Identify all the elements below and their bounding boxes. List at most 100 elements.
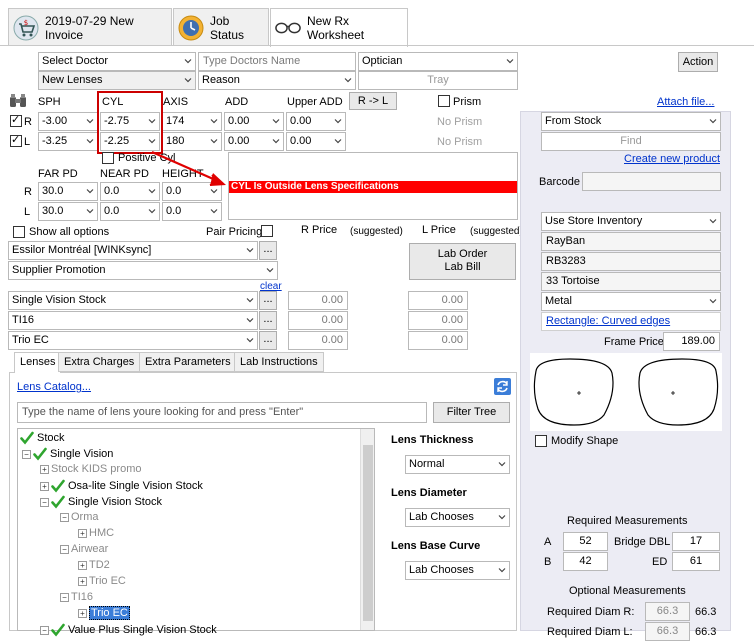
tab-lenses[interactable]: Lenses [14, 352, 62, 373]
right-axis-select[interactable]: 174 [162, 112, 222, 131]
prism-checkbox[interactable] [438, 95, 450, 107]
left-upper-add-select[interactable]: 0.00 [286, 132, 346, 151]
filter-tree-button[interactable]: Filter Tree [433, 402, 510, 423]
lab-select[interactable]: Essilor Montréal [WINKsync] [8, 241, 258, 260]
reason-select[interactable]: Reason [198, 71, 356, 90]
modify-shape-checkbox[interactable] [535, 435, 547, 447]
lens-type-select[interactable]: New Lenses [38, 71, 196, 90]
coating-r-price[interactable]: 0.00 [288, 331, 348, 350]
coating-select[interactable]: Trio EC [8, 331, 258, 350]
tree-node[interactable]: − Orma [60, 511, 99, 523]
frame-color-field[interactable]: 33 Tortoise [541, 272, 721, 291]
frame-material-select[interactable]: Metal [541, 292, 721, 311]
tab-extra-parameters[interactable]: Extra Parameters [139, 352, 237, 372]
tab-lab-instructions[interactable]: Lab Instructions [234, 352, 324, 372]
right-upper-add-select[interactable]: 0.00 [286, 112, 346, 131]
tree-node[interactable]: + Trio EC [78, 606, 130, 620]
tree-expander-icon[interactable]: + [78, 576, 87, 586]
lens-base-curve-select[interactable]: Lab Chooses [405, 561, 510, 580]
b-input[interactable]: 42 [563, 552, 608, 571]
lab-order-button[interactable]: Lab Order Lab Bill [409, 243, 516, 280]
tree-expander-icon[interactable]: − [40, 625, 49, 635]
right-far-pd-select[interactable]: 30.0 [38, 182, 98, 201]
attach-file-link[interactable]: Attach file... [657, 96, 714, 108]
lens-diameter-select[interactable]: Lab Chooses [405, 508, 510, 527]
a-input[interactable]: 52 [563, 532, 608, 551]
lab-more-button[interactable]: ... [259, 241, 277, 260]
lens-search-input[interactable]: Type the name of lens youre looking for … [17, 402, 427, 423]
tree-expander-icon[interactable]: + [78, 560, 87, 570]
lens-catalog-link[interactable]: Lens Catalog... [17, 381, 91, 393]
tree-expander-icon[interactable]: − [60, 592, 69, 602]
tree-expander-icon[interactable]: − [22, 449, 31, 459]
positive-cyl-checkbox[interactable] [102, 152, 114, 164]
tab-extra-charges[interactable]: Extra Charges [58, 352, 141, 372]
diam-l-input[interactable]: 66.3 [645, 622, 690, 641]
left-sph-select[interactable]: -3.25 [38, 132, 98, 151]
tree-scrollbar-thumb[interactable] [363, 445, 373, 621]
right-sph-select[interactable]: -3.00 [38, 112, 98, 131]
right-add-select[interactable]: 0.00 [224, 112, 284, 131]
diam-r-input[interactable]: 66.3 [645, 602, 690, 621]
material-l-price[interactable]: 0.00 [408, 311, 468, 330]
tree-node[interactable]: Stock [20, 431, 65, 445]
tree-expander-icon[interactable]: − [40, 497, 49, 507]
show-all-options-checkbox[interactable] [13, 226, 25, 238]
tree-node[interactable]: − Single Vision Stock [40, 495, 162, 509]
tree-node[interactable]: − Single Vision [22, 447, 113, 461]
tree-node[interactable]: + Stock KIDS promo [40, 463, 141, 475]
left-near-pd-select[interactable]: 0.0 [100, 202, 160, 221]
tree-scrollbar[interactable] [360, 429, 374, 630]
left-far-pd-select[interactable]: 30.0 [38, 202, 98, 221]
supplier-promotion-select[interactable]: Supplier Promotion [8, 261, 278, 280]
refresh-icon[interactable] [494, 378, 511, 395]
tab-new-invoice[interactable]: $ 2019-07-29 New Invoice [8, 8, 172, 46]
tree-node[interactable]: − Airwear [60, 543, 108, 555]
material-r-price[interactable]: 0.00 [288, 311, 348, 330]
tree-node[interactable]: − TI16 [60, 591, 93, 603]
pair-pricing-checkbox[interactable] [261, 225, 273, 237]
tree-node[interactable]: − Value Plus Single Vision Stock [40, 623, 217, 637]
coating-l-price[interactable]: 0.00 [408, 331, 468, 350]
optician-select[interactable]: Optician [358, 52, 518, 71]
tree-node[interactable]: + Trio EC [78, 575, 126, 587]
tree-expander-icon[interactable]: + [78, 608, 87, 618]
lens-thickness-select[interactable]: Normal [405, 455, 510, 474]
frame-find-input[interactable]: Find [541, 132, 721, 151]
lens-product-more-button[interactable]: ... [259, 291, 277, 310]
ed-input[interactable]: 61 [672, 552, 720, 571]
frame-price-input[interactable]: 189.00 [663, 332, 720, 351]
right-eye-checkbox[interactable] [10, 113, 22, 127]
frame-shape-link[interactable]: Rectangle: Curved edges [546, 315, 670, 327]
tree-expander-icon[interactable]: + [40, 464, 49, 474]
tree-expander-icon[interactable]: + [78, 528, 87, 538]
tree-node[interactable]: + TD2 [78, 559, 110, 571]
create-new-product-link[interactable]: Create new product [624, 153, 720, 165]
frame-brand-field[interactable]: RayBan [541, 232, 721, 251]
doctor-name-input[interactable]: Type Doctors Name [198, 52, 356, 71]
material-select[interactable]: TI16 [8, 311, 258, 330]
doctor-select[interactable]: Select Doctor [38, 52, 196, 71]
left-axis-select[interactable]: 180 [162, 132, 222, 151]
material-more-button[interactable]: ... [259, 311, 277, 330]
binoculars-icon[interactable] [9, 93, 27, 109]
tab-new-rx-worksheet[interactable]: New Rx Worksheet [270, 8, 408, 47]
tray-input[interactable]: Tray [358, 71, 518, 90]
inventory-select[interactable]: Use Store Inventory [541, 212, 721, 231]
frame-model-field[interactable]: RB3283 [541, 252, 721, 271]
action-button[interactable]: Action [678, 52, 718, 72]
lens-product-l-price[interactable]: 0.00 [408, 291, 468, 310]
frame-source-select[interactable]: From Stock [541, 112, 721, 131]
left-height-select[interactable]: 0.0 [162, 202, 222, 221]
bridge-input[interactable]: 17 [672, 532, 720, 551]
copy-right-to-left-button[interactable]: R -> L [349, 92, 397, 110]
lens-product-r-price[interactable]: 0.00 [288, 291, 348, 310]
tab-job-status[interactable]: Job Status [173, 8, 269, 46]
lens-product-select[interactable]: Single Vision Stock [8, 291, 258, 310]
tree-node[interactable]: + HMC [78, 527, 114, 539]
barcode-input[interactable] [582, 172, 721, 191]
tree-node[interactable]: + Osa-lite Single Vision Stock [40, 479, 203, 493]
left-add-select[interactable]: 0.00 [224, 132, 284, 151]
coating-more-button[interactable]: ... [259, 331, 277, 350]
frame-shape-field[interactable]: Rectangle: Curved edges [541, 312, 721, 331]
